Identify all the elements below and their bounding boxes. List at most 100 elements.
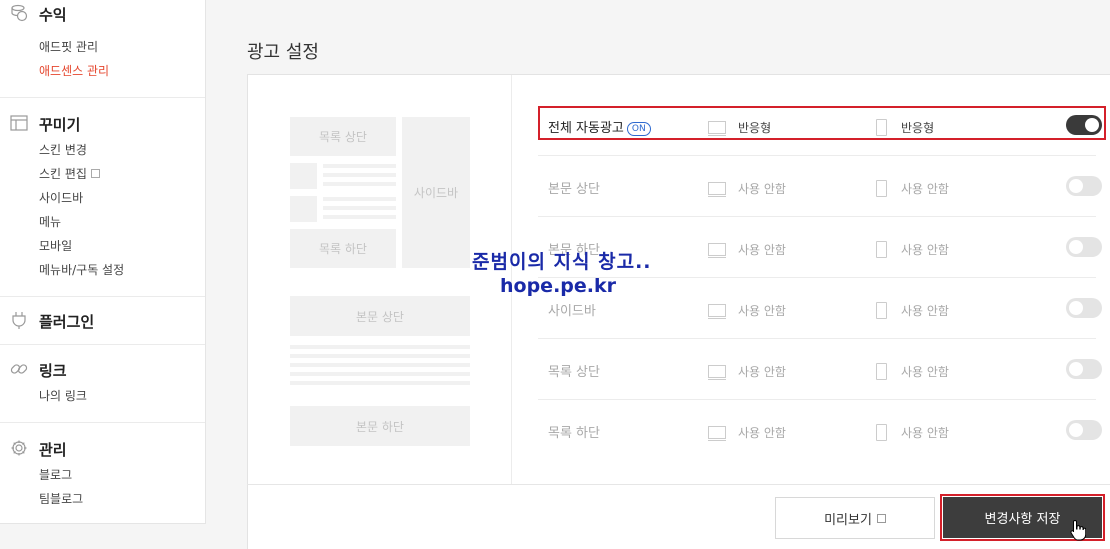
- mobile-setting-value: 사용 안함: [901, 426, 949, 440]
- body-top-toggle[interactable]: [1066, 176, 1102, 196]
- watermark-line2: hope.pe.kr: [500, 275, 616, 297]
- mobile-setting[interactable]: 사용 안함: [876, 180, 949, 197]
- sidebar-item-adfit[interactable]: 애드핏 관리: [39, 39, 98, 55]
- mobile-icon: [876, 302, 887, 319]
- sidebar-divider: [0, 422, 205, 423]
- sidebar-item-my-link[interactable]: 나의 링크: [39, 388, 87, 404]
- sidebar-toggle[interactable]: [1066, 298, 1102, 318]
- external-link-icon: [90, 169, 100, 178]
- body-bottom-toggle[interactable]: [1066, 237, 1102, 257]
- sidebar-item-skin-change[interactable]: 스킨 변경: [39, 142, 87, 158]
- pc-setting[interactable]: 사용 안함: [708, 241, 786, 258]
- monitor-icon: [708, 182, 726, 197]
- preview-line: [323, 164, 396, 168]
- ad-layout-preview: 목록 상단 사이드바 목록 하단 본문 상단 본문 하단: [248, 75, 512, 485]
- preview-line: [323, 215, 396, 219]
- pc-setting-value: 사용 안함: [738, 365, 786, 379]
- layout-icon: [10, 115, 28, 131]
- mobile-icon: [876, 363, 887, 380]
- ad-row-body-top: 본문 상단 사용 안함 사용 안함: [538, 156, 1102, 217]
- sidebar-divider: [0, 344, 205, 345]
- mobile-setting-value: 사용 안함: [901, 304, 949, 318]
- mobile-setting[interactable]: 사용 안함: [876, 241, 949, 258]
- mobile-setting-value: 사용 안함: [901, 365, 949, 379]
- preview-line: [290, 363, 470, 367]
- sidebar-item-sidebar[interactable]: 사이드바: [39, 190, 83, 206]
- monitor-icon: [708, 243, 726, 258]
- pc-setting[interactable]: 사용 안함: [708, 180, 786, 197]
- preview-sidebar: 사이드바: [402, 117, 470, 268]
- plug-icon: [12, 312, 26, 329]
- sidebar-item-label: 스킨 편집: [39, 167, 87, 181]
- sidebar-item-mobile[interactable]: 모바일: [39, 238, 72, 254]
- sidebar-item-skin-edit[interactable]: 스킨 편집: [39, 166, 100, 182]
- mobile-setting-value: 사용 안함: [901, 182, 949, 196]
- preview-line: [290, 345, 470, 349]
- preview-thumb: [290, 196, 317, 222]
- ad-row-sidebar: 사이드바 사용 안함 사용 안함: [538, 278, 1102, 339]
- mobile-setting[interactable]: 사용 안함: [876, 424, 949, 441]
- sidebar-section-title: 꾸미기: [39, 116, 81, 134]
- footer-divider: [247, 484, 1110, 485]
- pc-setting-value: 사용 안함: [738, 304, 786, 318]
- sidebar-section-title: 관리: [39, 441, 67, 459]
- sidebar-item-menubar[interactable]: 메뉴바/구독 설정: [39, 262, 124, 278]
- monitor-icon: [708, 426, 726, 441]
- preview-line: [323, 206, 396, 210]
- list-bottom-toggle[interactable]: [1066, 420, 1102, 440]
- mobile-icon: [876, 241, 887, 258]
- preview-line: [290, 372, 470, 376]
- ad-row-list-top: 목록 상단 사용 안함 사용 안함: [538, 339, 1102, 400]
- ad-row-label: 목록 상단: [548, 365, 600, 380]
- preview-line: [323, 182, 396, 186]
- sidebar-divider: [0, 97, 205, 98]
- ad-row-list-bottom: 목록 하단 사용 안함 사용 안함: [538, 400, 1102, 461]
- watermark-line1: 준범이의 지식 창고..: [472, 251, 652, 273]
- sidebar-section-title: 수익: [39, 6, 67, 24]
- pc-setting-value: 사용 안함: [738, 243, 786, 257]
- mobile-setting[interactable]: 사용 안함: [876, 363, 949, 380]
- sidebar-section-title: 링크: [39, 362, 67, 380]
- preview-line: [323, 197, 396, 201]
- preview-list-top: 목록 상단: [290, 117, 396, 156]
- ad-settings-panel: 목록 상단 사이드바 목록 하단 본문 상단 본문 하단 전체 자동광고 ON 반…: [247, 74, 1110, 549]
- preview-thumb: [290, 163, 317, 189]
- sidebar: 수익 애드핏 관리 애드센스 관리 꾸미기 스킨 변경 스킨 편집 사이드바 메…: [0, 0, 206, 524]
- coins-icon: [11, 4, 28, 22]
- preview-line: [290, 354, 470, 358]
- preview-line: [290, 381, 470, 385]
- preview-button[interactable]: 미리보기: [775, 497, 935, 539]
- preview-button-label: 미리보기: [824, 512, 872, 528]
- mobile-icon: [876, 424, 887, 441]
- ad-row-label: 사이드바: [548, 304, 596, 319]
- sidebar-divider: [0, 296, 205, 297]
- preview-body-top: 본문 상단: [290, 296, 470, 336]
- sidebar-item-team-blog[interactable]: 팀블로그: [39, 491, 83, 507]
- list-top-toggle[interactable]: [1066, 359, 1102, 379]
- sidebar-item-blog[interactable]: 블로그: [39, 467, 72, 483]
- link-icon: [10, 364, 28, 374]
- sidebar-section-title: 플러그인: [39, 313, 95, 331]
- monitor-icon: [708, 365, 726, 380]
- ad-row-label: 목록 하단: [548, 426, 600, 441]
- pc-setting[interactable]: 사용 안함: [708, 302, 786, 319]
- pc-setting[interactable]: 사용 안함: [708, 424, 786, 441]
- sidebar-item-adsense[interactable]: 애드센스 관리: [39, 63, 109, 79]
- sidebar-item-menu[interactable]: 메뉴: [39, 214, 61, 230]
- monitor-icon: [708, 304, 726, 319]
- mobile-setting[interactable]: 사용 안함: [876, 302, 949, 319]
- preview-list-bottom: 목록 하단: [290, 229, 396, 268]
- preview-line: [323, 173, 396, 177]
- preview-body-bottom: 본문 하단: [290, 406, 470, 446]
- gear-icon: [11, 440, 27, 456]
- mobile-setting-value: 사용 안함: [901, 243, 949, 257]
- pc-setting-value: 사용 안함: [738, 182, 786, 196]
- page-title: 광고 설정: [247, 42, 319, 63]
- highlight-box: [538, 106, 1106, 140]
- pc-setting[interactable]: 사용 안함: [708, 363, 786, 380]
- pc-setting-value: 사용 안함: [738, 426, 786, 440]
- hand-cursor-icon: [1070, 519, 1086, 541]
- ad-row-label: 본문 상단: [548, 182, 600, 197]
- external-link-icon: [876, 513, 886, 523]
- mobile-icon: [876, 180, 887, 197]
